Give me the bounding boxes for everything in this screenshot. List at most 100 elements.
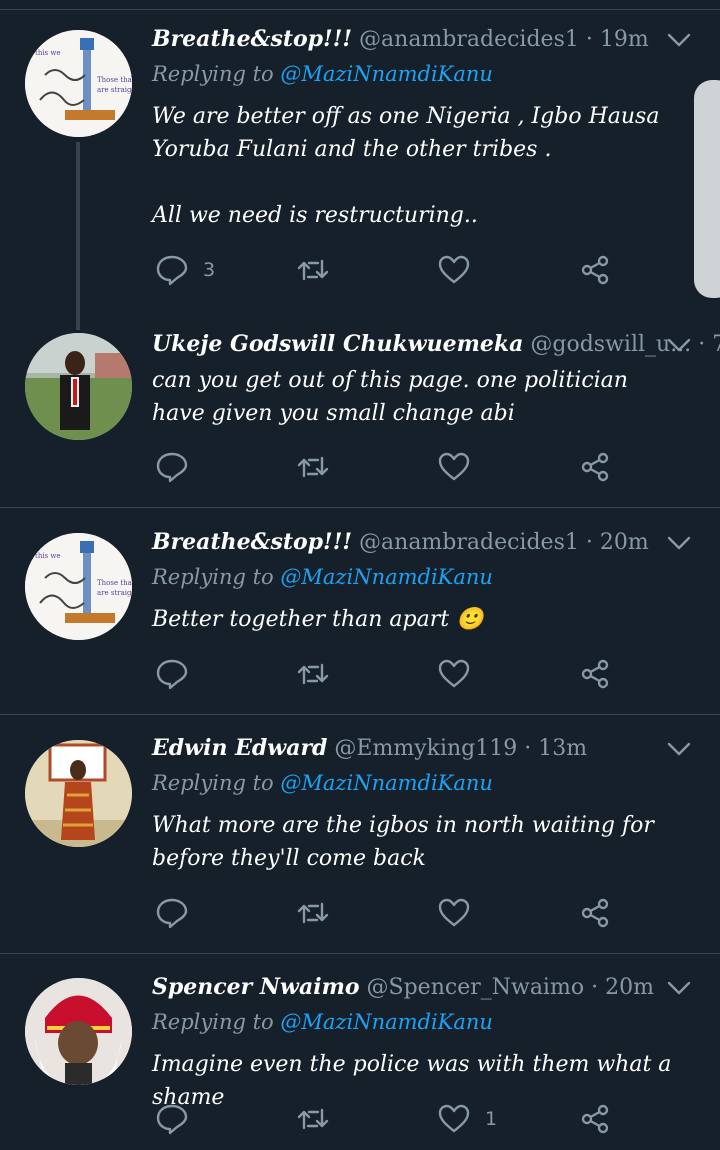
user-handle[interactable]: @anambradecides1: [359, 27, 579, 52]
tweet-text: can you get out of this page. one politi…: [152, 368, 635, 426]
tweet-header: Edwin Edward @Emmyking119 · 13m: [152, 735, 587, 761]
svg-text:are straight: are straight: [97, 86, 132, 94]
share-button[interactable]: [578, 252, 612, 288]
like-icon: [438, 1104, 470, 1133]
tweet-text: We are better off as one Nigeria , Igbo …: [152, 104, 660, 228]
display-name[interactable]: Breathe&stop!!!: [152, 529, 352, 555]
separator-dot: ·: [585, 530, 593, 555]
like-button[interactable]: [437, 656, 485, 692]
timestamp[interactable]: 13m: [538, 736, 587, 761]
replying-to-label: Replying to: [152, 1010, 281, 1034]
reply-button[interactable]: 3: [155, 252, 215, 288]
svg-text:this we: this we: [35, 49, 61, 57]
svg-text:this we: this we: [35, 552, 61, 560]
display-name[interactable]: Edwin Edward: [152, 735, 327, 761]
share-button[interactable]: [578, 656, 612, 692]
tweet-header: Breathe&stop!!! @anambradecides1 · 20m: [152, 529, 649, 555]
tweet-text: What more are the igbos in north waiting…: [152, 813, 661, 871]
retweet-icon: [297, 259, 329, 281]
thread-connector: [76, 142, 80, 330]
share-icon: [581, 255, 609, 285]
retweet-icon: [297, 902, 329, 924]
timestamp[interactable]: 19m: [600, 27, 649, 52]
scrollbar-thumb[interactable]: [694, 80, 720, 298]
action-bar: [155, 895, 625, 931]
like-button[interactable]: [437, 252, 485, 288]
retweet-button[interactable]: [296, 449, 330, 485]
share-icon: [581, 898, 609, 928]
reply-button[interactable]: [155, 895, 203, 931]
user-handle[interactable]: @anambradecides1: [359, 530, 579, 555]
reply-button[interactable]: [155, 449, 203, 485]
reply-count: 3: [203, 259, 216, 281]
share-button[interactable]: [578, 895, 612, 931]
reply-button[interactable]: [155, 1101, 203, 1137]
mention-link[interactable]: @MaziNnamdiKanu: [280, 1010, 493, 1034]
chevron-down-icon[interactable]: [665, 529, 693, 557]
avatar[interactable]: [25, 740, 132, 847]
mention-link[interactable]: @MaziNnamdiKanu: [280, 565, 493, 589]
timestamp[interactable]: 20m: [600, 530, 649, 555]
retweet-icon: [297, 456, 329, 478]
avatar[interactable]: this we Those that are straight: [25, 533, 132, 640]
replying-to-label: Replying to: [152, 565, 281, 589]
avatar-cartoon-icon: this we Those that are straight: [25, 533, 132, 640]
retweet-button[interactable]: [296, 252, 330, 288]
avatar-photo-icon: [25, 333, 132, 440]
chevron-down-icon[interactable]: [665, 26, 693, 54]
retweet-icon: [297, 1108, 329, 1130]
top-divider: [0, 9, 720, 10]
user-handle[interactable]: @Emmyking119: [334, 736, 517, 761]
mention-link[interactable]: @MaziNnamdiKanu: [280, 62, 493, 86]
chevron-down-icon[interactable]: [665, 331, 693, 359]
tweet-divider: [0, 953, 720, 954]
action-bar: 3: [155, 252, 625, 288]
tweet-divider: [0, 714, 720, 715]
share-button[interactable]: [578, 449, 612, 485]
replying-to: Replying to @MaziNnamdiKanu: [152, 1010, 493, 1034]
display-name[interactable]: Spencer Nwaimo: [152, 974, 360, 1000]
chevron-down-icon[interactable]: [665, 735, 693, 763]
timestamp[interactable]: 7m: [712, 332, 720, 357]
retweet-button[interactable]: [296, 895, 330, 931]
reply-icon: [156, 659, 188, 690]
replying-to: Replying to @MaziNnamdiKanu: [152, 565, 493, 589]
share-icon: [581, 1104, 609, 1134]
retweet-button[interactable]: [296, 1101, 330, 1137]
like-button[interactable]: 1: [437, 1101, 497, 1137]
timestamp[interactable]: 20m: [605, 975, 654, 1000]
share-button[interactable]: [578, 1101, 612, 1137]
display-name[interactable]: Ukeje Godswill Chukwuemeka: [152, 331, 523, 357]
separator-dot: ·: [585, 27, 593, 52]
svg-text:are straight: are straight: [97, 589, 132, 597]
tweet-header: Breathe&stop!!! @anambradecides1 · 19m: [152, 26, 649, 52]
like-icon: [438, 255, 470, 284]
action-bar: [155, 449, 625, 485]
tweet-header: Spencer Nwaimo @Spencer_Nwaimo · 20m: [152, 974, 654, 1000]
action-bar: 1: [155, 1101, 625, 1137]
tweet-header: Ukeje Godswill Chukwuemeka @godswill_u..…: [152, 331, 720, 357]
avatar-photo-icon: [25, 740, 132, 847]
tweet-divider: [0, 507, 720, 508]
action-bar: [155, 656, 625, 692]
reply-icon: [156, 898, 188, 929]
retweet-button[interactable]: [296, 656, 330, 692]
reply-icon: [156, 452, 188, 483]
reply-icon: [156, 1104, 188, 1135]
share-icon: [581, 659, 609, 689]
avatar[interactable]: [25, 978, 132, 1085]
svg-text:Those that: Those that: [97, 579, 132, 587]
separator-dot: ·: [524, 736, 532, 761]
avatar-cartoon-icon: this we Those that are straight: [25, 30, 132, 137]
replying-to: Replying to @MaziNnamdiKanu: [152, 771, 493, 795]
mention-link[interactable]: @MaziNnamdiKanu: [280, 771, 493, 795]
chevron-down-icon[interactable]: [665, 974, 693, 1002]
like-button[interactable]: [437, 895, 485, 931]
user-handle[interactable]: @Spencer_Nwaimo: [367, 975, 585, 1000]
share-icon: [581, 452, 609, 482]
like-button[interactable]: [437, 449, 485, 485]
avatar[interactable]: this we Those that are straight: [25, 30, 132, 137]
display-name[interactable]: Breathe&stop!!!: [152, 26, 352, 52]
reply-button[interactable]: [155, 656, 203, 692]
avatar[interactable]: [25, 333, 132, 440]
